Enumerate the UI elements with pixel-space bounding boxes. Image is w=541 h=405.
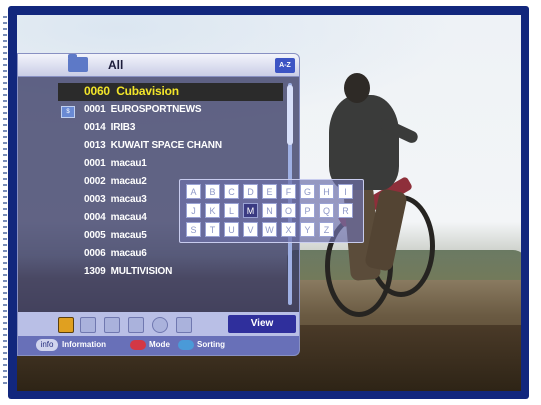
sort-az-button[interactable]: A-Z: [275, 58, 295, 73]
key-o[interactable]: O: [281, 203, 296, 218]
key-y[interactable]: Y: [300, 222, 315, 237]
channel-row[interactable]: 0006 macau6: [18, 246, 283, 264]
key-e[interactable]: E: [262, 184, 277, 199]
key-n[interactable]: N: [262, 203, 277, 218]
channel-label: 0013 KUWAIT SPACE CHANN: [84, 140, 222, 151]
key-r[interactable]: R: [338, 203, 353, 218]
help-bar: info Information Mode Sorting: [17, 336, 300, 356]
channel-row[interactable]: $ 0001 EUROSPORTNEWS: [18, 102, 283, 120]
key-f[interactable]: F: [281, 184, 296, 199]
key-k[interactable]: K: [205, 203, 220, 218]
tv-radio-icon[interactable]: [58, 317, 74, 333]
key-d[interactable]: D: [243, 184, 258, 199]
mode-hint: Mode: [149, 340, 170, 349]
channel-label: 0014 IRIB3: [84, 122, 136, 133]
channel-group-title: All: [108, 58, 124, 72]
rider-body: [329, 95, 399, 190]
key-s[interactable]: S: [186, 222, 201, 237]
blue-key-icon: [178, 340, 194, 350]
channel-group-header: All A-Z: [17, 53, 300, 77]
channel-row[interactable]: 0013 KUWAIT SPACE CHANN: [18, 138, 283, 156]
key-p[interactable]: P: [300, 203, 315, 218]
folder-icon[interactable]: [128, 317, 144, 333]
key-a[interactable]: A: [186, 184, 201, 199]
left-dotted-border: [3, 16, 7, 388]
channel-label: 0001 EUROSPORTNEWS: [84, 104, 202, 115]
channel-label: 0006 macau6: [84, 248, 147, 259]
rider-head: [344, 73, 370, 103]
red-key-icon: [130, 340, 146, 350]
channel-row[interactable]: 0001 macau1: [18, 156, 283, 174]
key-v[interactable]: V: [243, 222, 258, 237]
key-l[interactable]: L: [224, 203, 239, 218]
info-key-icon: info: [36, 339, 58, 351]
key-z[interactable]: Z: [319, 222, 334, 237]
key-t[interactable]: T: [205, 222, 220, 237]
channel-label: 0003 macau3: [84, 194, 147, 205]
channel-label: 0060 Cubavision: [84, 84, 179, 98]
key-x[interactable]: X: [281, 222, 296, 237]
tv-screen: All A-Z 0060 Cubavision $ 0001 EUROSPORT…: [17, 15, 521, 391]
scrambled-icon: $: [61, 106, 75, 118]
tv-screenshot: All A-Z 0060 Cubavision $ 0001 EUROSPORT…: [0, 0, 541, 405]
move-icon[interactable]: [104, 317, 120, 333]
skip-icon[interactable]: [152, 317, 168, 333]
channel-row[interactable]: 1309 MULTIVISION: [18, 264, 283, 282]
channel-label: 0005 macau5: [84, 230, 147, 241]
key-j[interactable]: J: [186, 203, 201, 218]
folder-icon: [68, 54, 88, 72]
channel-row-selected[interactable]: 0060 Cubavision: [18, 83, 283, 101]
sorting-hint: Sorting: [197, 340, 225, 349]
key-h[interactable]: H: [319, 184, 334, 199]
channel-label: 0002 macau2: [84, 176, 147, 187]
channel-row[interactable]: 0014 IRIB3: [18, 120, 283, 138]
channel-label: 0004 macau4: [84, 212, 147, 223]
key-c[interactable]: C: [224, 184, 239, 199]
key-w[interactable]: W: [262, 222, 277, 237]
key-b[interactable]: B: [205, 184, 220, 199]
channel-label: 1309 MULTIVISION: [84, 266, 173, 277]
view-button[interactable]: View: [228, 315, 296, 333]
lock-icon[interactable]: [80, 317, 96, 333]
alphabet-keyboard: ABCDEFGHI JKLMNOPQR STUVWXYZ: [179, 179, 364, 243]
key-u[interactable]: U: [224, 222, 239, 237]
edit-icon[interactable]: [176, 317, 192, 333]
key-m[interactable]: M: [243, 203, 258, 218]
edit-toolbar: View: [17, 312, 300, 336]
key-q[interactable]: Q: [319, 203, 334, 218]
channel-label: 0001 macau1: [84, 158, 147, 169]
scrollbar-thumb[interactable]: [287, 85, 293, 145]
info-hint: Information: [62, 340, 106, 349]
key-i[interactable]: I: [338, 184, 353, 199]
key-g[interactable]: G: [300, 184, 315, 199]
